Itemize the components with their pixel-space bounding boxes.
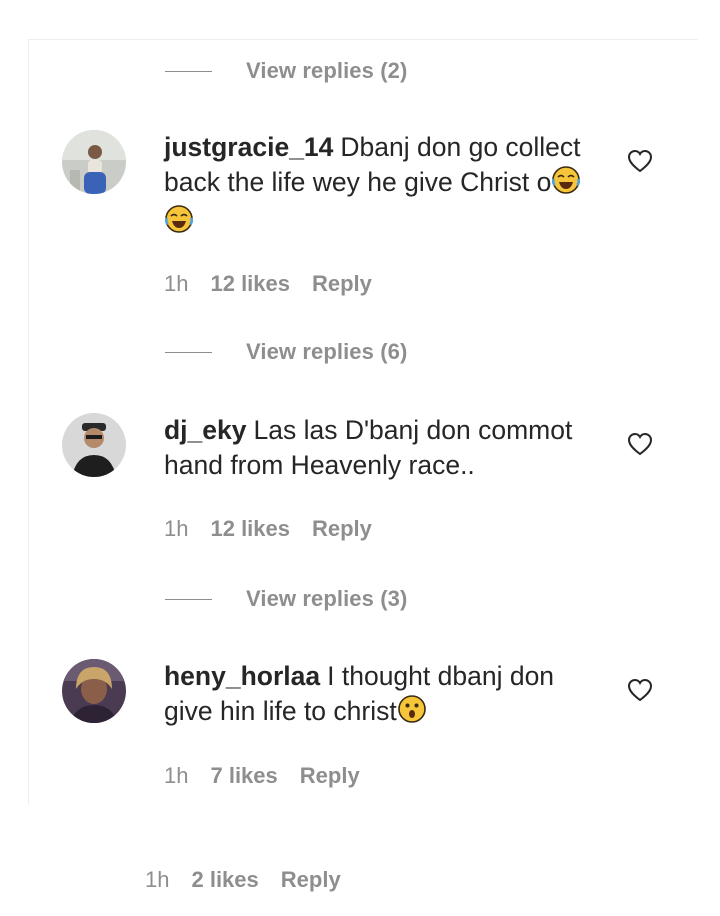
- avatar[interactable]: [62, 659, 126, 723]
- view-replies-label: View replies (2): [246, 58, 408, 83]
- comment-time: 1h: [164, 763, 189, 788]
- view-replies-button[interactable]: View replies (3): [165, 586, 407, 612]
- replies-line: [165, 351, 212, 353]
- tears-of-joy-emoji: [164, 204, 194, 243]
- top-divider: [28, 39, 698, 40]
- like-heart-icon[interactable]: [627, 678, 653, 707]
- reply-button[interactable]: Reply: [312, 271, 372, 297]
- comment-meta: 1h 12 likes Reply: [164, 271, 372, 297]
- avatar[interactable]: [62, 130, 126, 194]
- view-replies-button[interactable]: View replies (6): [165, 339, 407, 365]
- replies-line: [165, 70, 212, 72]
- comment-time: 1h: [164, 516, 189, 541]
- comment-likes[interactable]: 12 likes: [210, 271, 290, 297]
- comment-meta: 1h 12 likes Reply: [164, 516, 372, 542]
- comment-time: 1h: [164, 271, 189, 296]
- comment-username[interactable]: heny_horlaa: [164, 661, 320, 691]
- tears-of-joy-emoji: [551, 165, 581, 204]
- comment-meta: 1h 7 likes Reply: [164, 763, 360, 789]
- like-heart-icon[interactable]: [627, 432, 653, 461]
- post-meta: 1h 2 likes Reply: [145, 867, 341, 893]
- view-replies-button[interactable]: View replies (2): [165, 58, 407, 84]
- comments-panel-border: [28, 40, 29, 805]
- view-replies-label: View replies (3): [246, 586, 408, 611]
- avatar[interactable]: [62, 413, 126, 477]
- comment-likes[interactable]: 12 likes: [210, 516, 290, 542]
- comment-text: justgracie_14 Dbanj don go collect back t…: [164, 130, 604, 243]
- comment-username[interactable]: justgracie_14: [164, 132, 333, 162]
- replies-line: [165, 598, 212, 600]
- comment-username[interactable]: dj_eky: [164, 415, 247, 445]
- view-replies-label: View replies (6): [246, 339, 408, 364]
- post-reply-button[interactable]: Reply: [281, 867, 341, 893]
- post-likes[interactable]: 2 likes: [191, 867, 258, 893]
- post-time: 1h: [145, 867, 170, 892]
- like-heart-icon[interactable]: [627, 149, 653, 178]
- comment-likes[interactable]: 7 likes: [210, 763, 277, 789]
- reply-button[interactable]: Reply: [312, 516, 372, 542]
- comment-text: heny_horlaa I thought dbanj don give hin …: [164, 659, 604, 733]
- comment-text: dj_eky Las las D'banj don commot hand fro…: [164, 413, 604, 483]
- astonished-emoji: [397, 694, 427, 733]
- reply-button[interactable]: Reply: [300, 763, 360, 789]
